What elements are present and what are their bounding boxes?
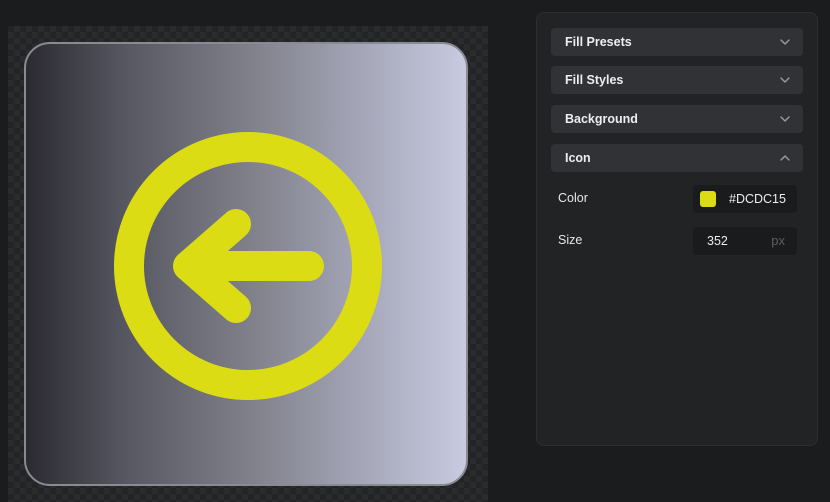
icon-color-picker[interactable]: #DCDC15 bbox=[693, 185, 797, 213]
color-label: Color bbox=[558, 191, 588, 205]
size-unit: px bbox=[771, 233, 785, 248]
fill-styles-label: Fill Styles bbox=[565, 73, 624, 87]
background-label: Background bbox=[565, 112, 638, 126]
background-section-header[interactable]: Background bbox=[551, 105, 803, 133]
settings-panel: Fill Presets Fill Styles Background Icon… bbox=[536, 12, 818, 446]
fill-presets-label: Fill Presets bbox=[565, 35, 632, 49]
color-swatch[interactable] bbox=[700, 191, 716, 207]
icon-section-header[interactable]: Icon bbox=[551, 144, 803, 172]
icon-size-input[interactable]: 352 px bbox=[693, 227, 797, 255]
chevron-down-icon bbox=[780, 116, 790, 122]
chevron-down-icon bbox=[780, 77, 790, 83]
icon-section-label: Icon bbox=[565, 151, 591, 165]
circle-arrow-left-icon bbox=[114, 132, 382, 400]
size-value[interactable]: 352 bbox=[707, 234, 728, 248]
fill-styles-section-header[interactable]: Fill Styles bbox=[551, 66, 803, 94]
icon-preview-card bbox=[24, 42, 468, 486]
fill-presets-section-header[interactable]: Fill Presets bbox=[551, 28, 803, 56]
size-label: Size bbox=[558, 233, 583, 247]
icon-arrow bbox=[173, 209, 324, 323]
chevron-down-icon bbox=[780, 39, 790, 45]
chevron-up-icon bbox=[780, 155, 790, 161]
color-hex-value: #DCDC15 bbox=[729, 192, 786, 206]
